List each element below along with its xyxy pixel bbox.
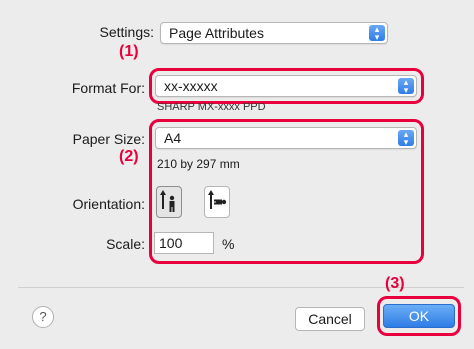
up-down-chevron-icon: ▴ ▾	[398, 130, 414, 147]
portrait-orientation-button[interactable]	[156, 186, 182, 218]
up-down-chevron-icon: ▴ ▾	[369, 25, 385, 42]
step-3-annotation: (3)	[385, 275, 405, 292]
up-down-chevron-icon: ▴ ▾	[398, 78, 414, 95]
cancel-button[interactable]: Cancel	[295, 307, 365, 331]
step-1-annotation: (1)	[119, 43, 139, 60]
scale-label: Scale:	[106, 236, 145, 252]
settings-label: Settings:	[99, 24, 154, 40]
paper-dimensions: 210 by 297 mm	[157, 157, 240, 171]
settings-popup[interactable]: Page Attributes ▴ ▾	[160, 22, 388, 44]
scale-input[interactable]: 100	[154, 232, 214, 254]
settings-value: Page Attributes	[169, 25, 264, 41]
step-2-annotation: (2)	[119, 148, 139, 165]
orientation-label: Orientation:	[72, 196, 145, 212]
format-for-label: Format For:	[71, 80, 145, 96]
paper-size-label: Paper Size:	[72, 131, 145, 147]
landscape-orientation-icon	[208, 190, 227, 209]
landscape-orientation-button[interactable]	[204, 186, 230, 218]
format-for-value: xx-xxxxx	[164, 78, 218, 94]
paper-size-value: A4	[164, 130, 182, 146]
paper-size-popup[interactable]: A4 ▴ ▾	[155, 127, 417, 149]
scale-unit: %	[222, 236, 235, 252]
ok-button[interactable]: OK	[383, 304, 455, 328]
printer-model-subtitle: SHARP MX-xxxx PPD	[157, 103, 266, 113]
format-for-popup[interactable]: xx-xxxxx ▴ ▾	[155, 75, 417, 97]
help-button[interactable]: ?	[32, 306, 54, 328]
portrait-orientation-icon	[160, 190, 175, 212]
